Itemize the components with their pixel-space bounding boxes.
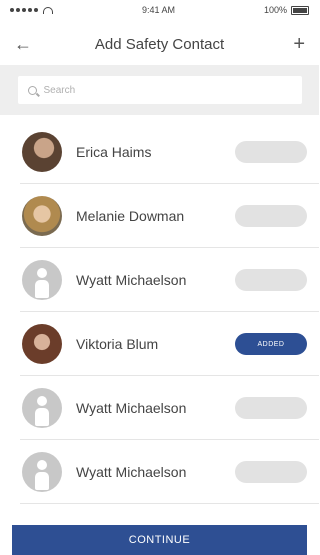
contact-row[interactable]: Wyatt Michaelson ADD (0, 440, 319, 504)
status-time: 9:41 AM (141, 5, 175, 15)
added-button[interactable]: ADDED (235, 333, 307, 355)
back-arrow-icon[interactable]: ← (14, 34, 32, 55)
avatar-placeholder-icon (22, 452, 62, 492)
search-bar: Search (0, 65, 319, 115)
battery-percent: 100% (263, 5, 287, 15)
signal-icon (10, 6, 53, 14)
avatar (22, 132, 62, 172)
contact-list: Erica Haims ADD Melanie Dowman ADD Wyatt… (0, 120, 319, 504)
add-button[interactable]: ADD (235, 141, 307, 163)
contact-row[interactable]: Melanie Dowman ADD (0, 184, 319, 248)
add-button[interactable]: ADD (235, 397, 307, 419)
battery-indicator: 100% (264, 5, 309, 15)
avatar-placeholder-icon (22, 388, 62, 428)
add-contact-icon[interactable]: + (293, 33, 305, 56)
contact-row[interactable]: Viktoria Blum ADDED (0, 312, 319, 376)
contact-row[interactable]: Wyatt Michaelson ADD (0, 376, 319, 440)
contact-row[interactable]: Erica Haims ADD (0, 120, 319, 184)
avatar-placeholder-icon (22, 260, 62, 300)
continue-button[interactable]: CONTINUE (12, 525, 307, 555)
add-button[interactable]: ADD (235, 269, 307, 291)
avatar (22, 324, 62, 364)
nav-bar: ← Add Safety Contact + (0, 26, 319, 62)
search-icon (27, 85, 37, 95)
status-bar: 9:41 AM 100% (0, 0, 319, 20)
avatar (22, 196, 62, 236)
divider (20, 503, 319, 504)
page-title: Add Safety Contact (94, 35, 225, 53)
contact-row[interactable]: Wyatt Michaelson ADD (0, 248, 319, 312)
add-button[interactable]: ADD (235, 461, 307, 483)
add-button[interactable]: ADD (235, 205, 307, 227)
battery-icon (291, 5, 309, 15)
search-input[interactable]: Search (17, 76, 302, 104)
wifi-icon (43, 6, 53, 14)
search-placeholder: Search (43, 84, 76, 96)
